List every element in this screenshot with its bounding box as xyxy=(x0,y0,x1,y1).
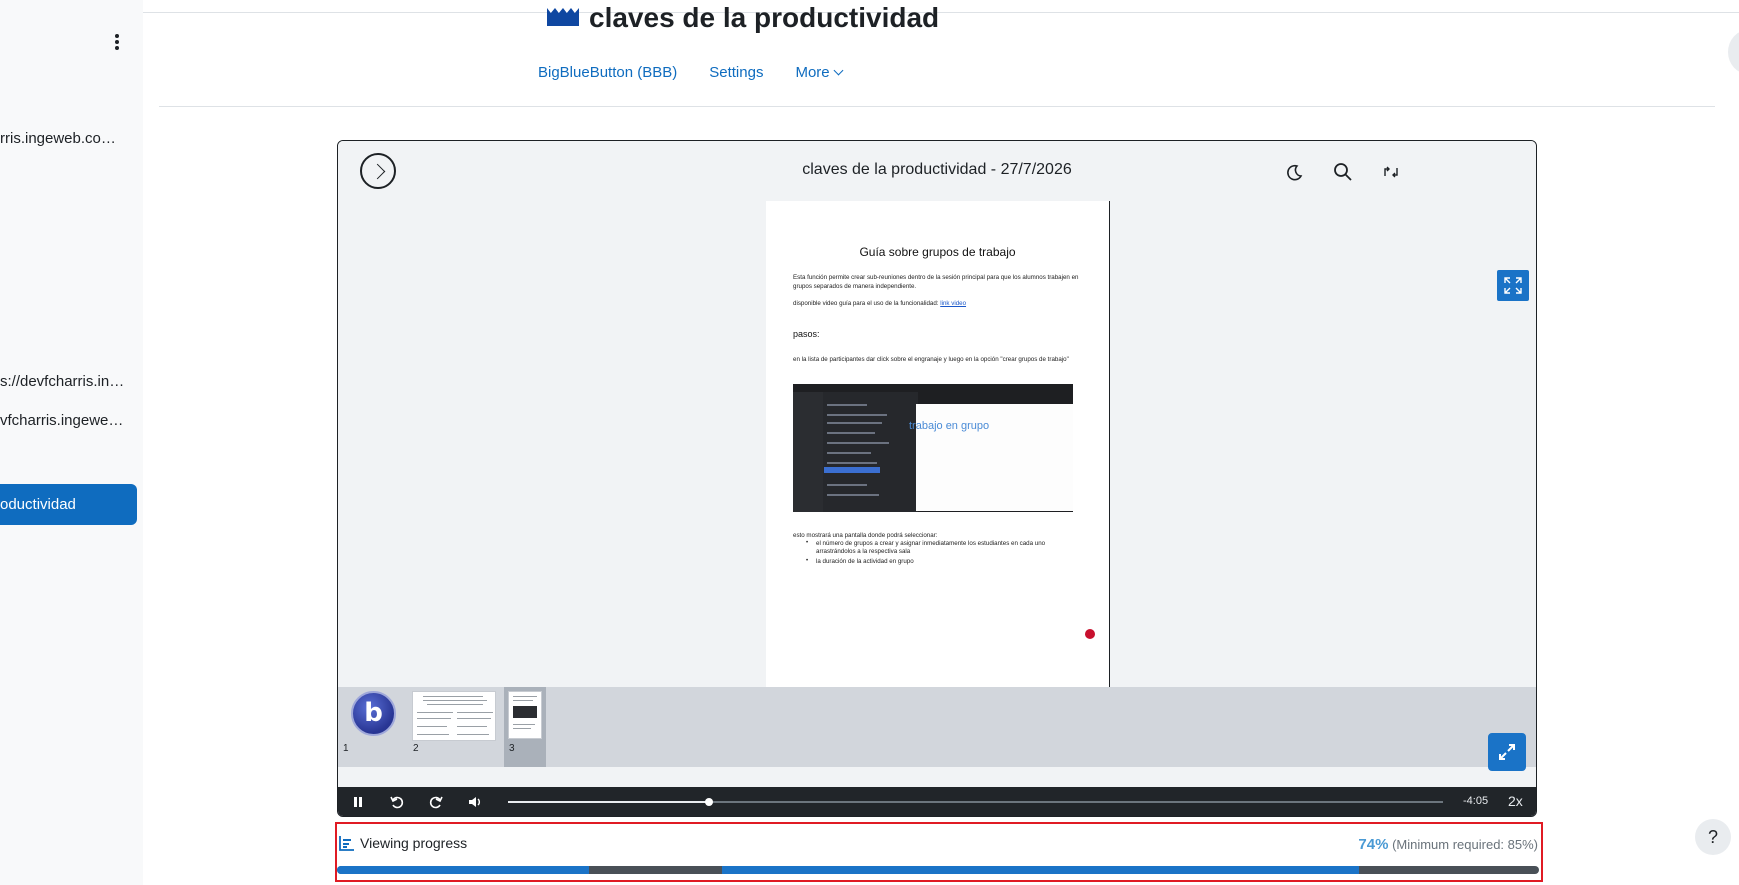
fullscreen-button[interactable] xyxy=(1488,733,1526,771)
slide-screenshot: trabajo en grupo xyxy=(793,384,1073,512)
slide-bullet-2: la duración de la actividad en grupo xyxy=(816,558,914,565)
rewind-icon[interactable] xyxy=(389,794,405,810)
playback-speed-button[interactable]: 2x xyxy=(1508,793,1523,809)
volume-icon[interactable] xyxy=(467,794,483,810)
secondary-navigation: BigBlueButton (BBB) Settings More xyxy=(538,64,844,88)
thumbnail-strip: b 1 2 3 xyxy=(338,687,1536,767)
time-remaining: -4:05 xyxy=(1463,795,1489,807)
screenshot-menu xyxy=(823,392,918,512)
nav-divider xyxy=(159,106,1715,107)
drawer-options-icon[interactable] xyxy=(112,34,122,52)
presentation-slide: Guía sobre grupos de trabajo Esta funció… xyxy=(766,201,1110,687)
bullet-dot: • xyxy=(806,558,809,564)
moon-icon[interactable] xyxy=(1284,161,1306,183)
recording-title: claves de la productividad - 27/7/2026 xyxy=(802,161,1072,178)
player-controls: -4:05 2x xyxy=(338,787,1536,816)
cursor-pointer-dot xyxy=(1085,629,1095,639)
slide-paragraph-1: Esta función permite crear sub-reuniones… xyxy=(793,274,1079,290)
thumbnail-number: 2 xyxy=(413,743,419,754)
slide-paragraph-2: disponible video guía para el uso de la … xyxy=(793,299,1083,308)
bbb-activity-icon xyxy=(547,8,579,26)
slide-video-link[interactable]: link video xyxy=(940,300,966,307)
thumbnail-1[interactable]: b 1 xyxy=(338,687,400,767)
nav-item-settings[interactable]: Settings xyxy=(709,64,763,88)
right-drawer-toggle[interactable] xyxy=(1728,30,1739,74)
player-header: claves de la productividad - 27/7/2026 xyxy=(338,141,1536,201)
page-title: claves de la productividad xyxy=(589,2,940,33)
drawer-item-1[interactable]: rris.ingeweb.com… xyxy=(0,130,128,147)
thumbnail-3-active[interactable]: 3 xyxy=(504,687,546,767)
viewing-progress-panel: Viewing progress 74% (Minimum required: … xyxy=(335,822,1543,882)
drawer-item-3[interactable]: vfcharris.ingewe… xyxy=(0,412,128,429)
course-index-drawer: rris.ingeweb.com… s://devfcharris.in… vf… xyxy=(0,0,143,885)
thumbnail-number: 1 xyxy=(343,743,349,754)
slide-bullet-1: el número de grupos a crear y asignar in… xyxy=(816,540,1046,555)
progress-summary: 74% (Minimum required: 85%) xyxy=(1358,836,1538,853)
nav-item-more[interactable]: More xyxy=(795,64,844,88)
help-button[interactable]: ? xyxy=(1695,819,1731,855)
watched-segment xyxy=(721,866,1359,874)
bar-chart-icon xyxy=(339,836,354,851)
bbb-logo: b xyxy=(351,691,396,736)
drawer-item-2[interactable]: s://devfcharris.in… xyxy=(0,373,128,390)
thumbnail-number: 3 xyxy=(509,743,515,754)
screenshot-sidebar xyxy=(793,392,823,512)
forward-icon[interactable] xyxy=(428,794,444,810)
minimum-required: (Minimum required: 85%) xyxy=(1392,837,1538,852)
seek-handle[interactable] xyxy=(705,798,714,806)
thumbnail-3-image xyxy=(508,691,542,739)
expand-icon xyxy=(1504,277,1522,294)
slide-paragraph-3: en la lista de participantes dar click s… xyxy=(793,356,1069,363)
nav-item-bbb[interactable]: BigBlueButton (BBB) xyxy=(538,64,677,88)
nav-item-more-label: More xyxy=(795,64,830,81)
viewing-progress-label: Viewing progress xyxy=(360,835,468,851)
header-divider xyxy=(143,12,1739,13)
drawer-item-active[interactable]: oductividad xyxy=(0,484,137,525)
bullet-dot: • xyxy=(806,540,809,546)
pause-icon[interactable] xyxy=(350,794,366,810)
swap-layout-icon[interactable] xyxy=(1380,161,1402,183)
progress-percent: 74% xyxy=(1358,836,1389,853)
slide-heading: pasos: xyxy=(793,329,820,339)
fullscreen-presentation-button[interactable] xyxy=(1497,270,1529,301)
chevron-down-icon xyxy=(833,65,844,76)
expand-diagonal-icon xyxy=(1499,744,1515,760)
thumbnail-2[interactable]: 2 xyxy=(408,687,496,767)
viewing-progress-bar xyxy=(337,866,1539,874)
slide-title: Guía sobre grupos de trabajo xyxy=(859,245,1016,259)
search-icon[interactable] xyxy=(1332,161,1354,183)
presentation-area: Guía sobre grupos de trabajo Esta funció… xyxy=(338,201,1536,687)
slide-paragraph-4: esto mostrará una pantalla donde podrá s… xyxy=(793,532,938,539)
slide-paragraph-2-text: disponible video guía para el uso de la … xyxy=(793,300,941,307)
seek-progress xyxy=(508,801,710,803)
watched-segment xyxy=(337,866,590,874)
screenshot-highlight xyxy=(824,467,880,473)
recording-player: claves de la productividad - 27/7/2026 G… xyxy=(337,140,1537,817)
thumbnail-2-image xyxy=(412,691,496,741)
seek-slider[interactable] xyxy=(508,798,1443,806)
screenshot-text: trabajo en grupo xyxy=(909,420,990,432)
